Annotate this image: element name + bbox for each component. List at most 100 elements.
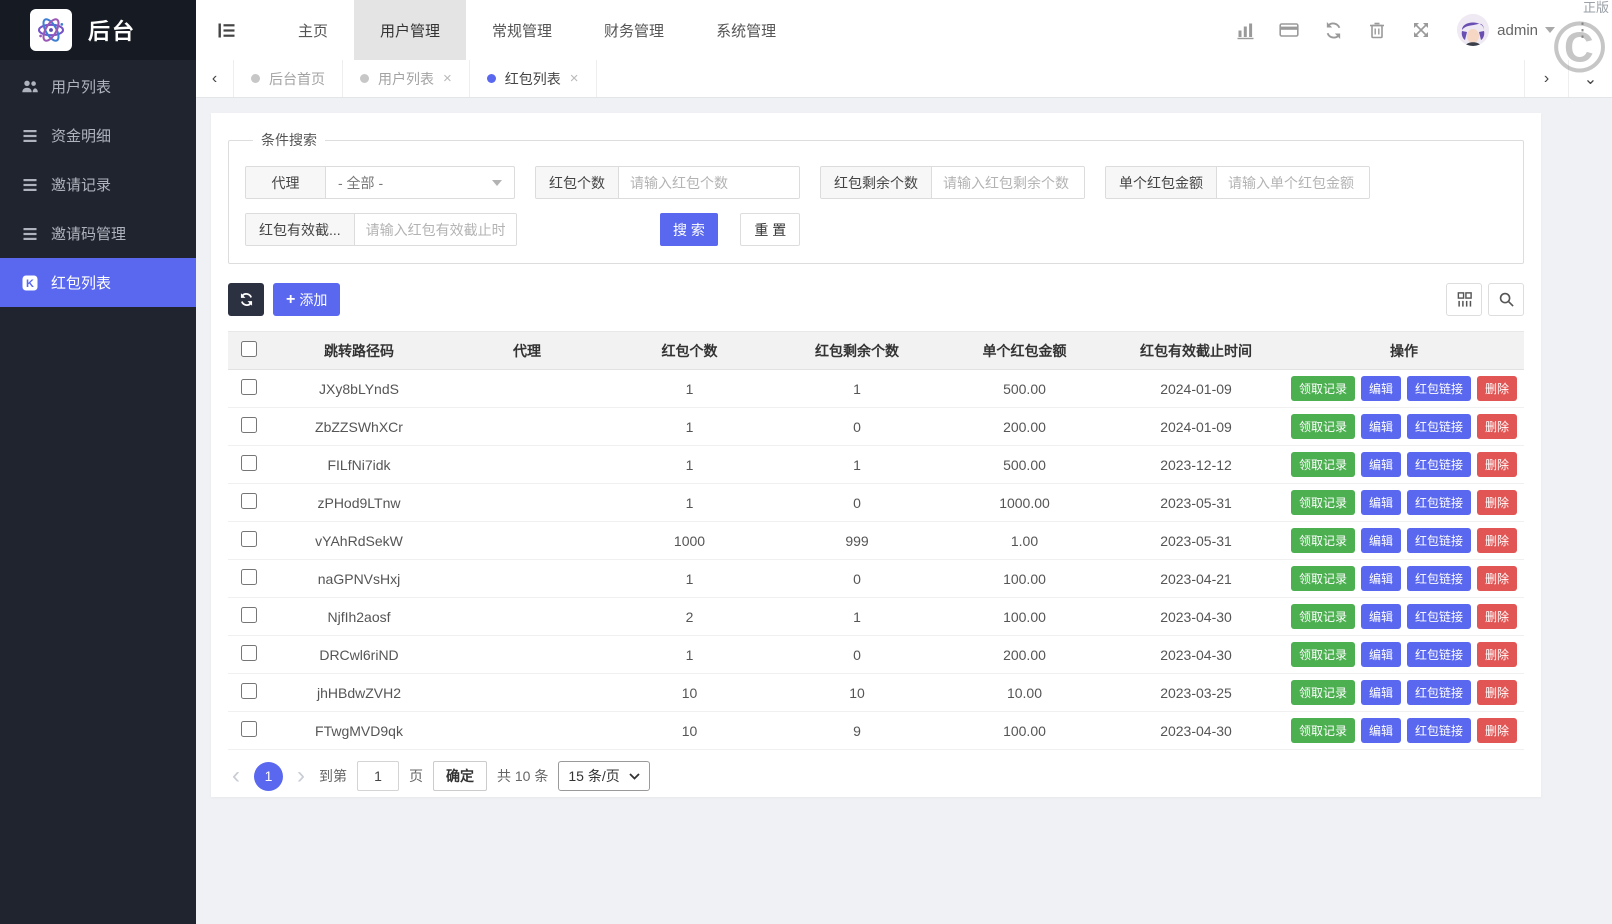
row-checkbox[interactable] — [241, 379, 257, 395]
red-packet-link-button[interactable]: 红包链接 — [1407, 604, 1471, 629]
tabs-scroll-left-icon[interactable]: ‹ — [196, 60, 234, 97]
search-toggle-button[interactable] — [1488, 283, 1524, 316]
claim-records-button[interactable]: 领取记录 — [1291, 452, 1355, 477]
sidebar-item-invite-records[interactable]: 邀请记录 — [0, 160, 196, 209]
cell-agent — [448, 636, 606, 674]
tab-close-icon[interactable]: × — [443, 70, 452, 87]
edit-button[interactable]: 编辑 — [1361, 376, 1401, 401]
delete-button[interactable]: 删除 — [1477, 718, 1517, 743]
tab-red-packet-list[interactable]: 红包列表 × — [470, 60, 597, 97]
edit-button[interactable]: 编辑 — [1361, 490, 1401, 515]
edit-button[interactable]: 编辑 — [1361, 414, 1401, 439]
expire-input[interactable] — [355, 214, 516, 245]
delete-button[interactable]: 删除 — [1477, 566, 1517, 591]
row-checkbox[interactable] — [241, 607, 257, 623]
nav-home[interactable]: 主页 — [272, 0, 354, 60]
row-checkbox[interactable] — [241, 721, 257, 737]
fullscreen-icon[interactable] — [1399, 0, 1443, 60]
tabs-collapse-icon[interactable]: ⌄ — [1568, 60, 1612, 97]
sidebar-item-invite-codes[interactable]: 邀请码管理 — [0, 209, 196, 258]
page-size-select[interactable]: 15 条/页 — [558, 761, 649, 791]
claim-records-button[interactable]: 领取记录 — [1291, 604, 1355, 629]
trash-icon[interactable] — [1355, 0, 1399, 60]
edit-button[interactable]: 编辑 — [1361, 680, 1401, 705]
row-checkbox[interactable] — [241, 645, 257, 661]
toggle-columns-button[interactable] — [1446, 283, 1482, 316]
amount-input[interactable] — [1217, 167, 1369, 198]
row-checkbox[interactable] — [241, 569, 257, 585]
prev-page-icon[interactable]: ‹ — [228, 764, 244, 788]
bar-chart-icon[interactable] — [1223, 0, 1267, 60]
nav-general-management[interactable]: 常规管理 — [466, 0, 578, 60]
red-packet-link-button[interactable]: 红包链接 — [1407, 718, 1471, 743]
tab-close-icon[interactable]: × — [570, 70, 579, 87]
delete-button[interactable]: 删除 — [1477, 642, 1517, 667]
edit-button[interactable]: 编辑 — [1361, 566, 1401, 591]
refresh-icon[interactable] — [1311, 0, 1355, 60]
tab-bar: ‹ 后台首页 用户列表 × 红包列表 × › ⌄ — [196, 60, 1612, 98]
delete-button[interactable]: 删除 — [1477, 680, 1517, 705]
confirm-button[interactable]: 确定 — [433, 761, 487, 791]
tab-user-list[interactable]: 用户列表 × — [343, 60, 470, 97]
nav-user-management[interactable]: 用户管理 — [354, 0, 466, 60]
edit-button[interactable]: 编辑 — [1361, 452, 1401, 477]
sidebar-toggle-icon[interactable] — [196, 0, 256, 60]
count-input[interactable] — [619, 167, 799, 198]
goto-page-input[interactable] — [357, 761, 399, 791]
search-button[interactable]: 搜 索 — [660, 213, 718, 246]
tabs-scroll-right-icon[interactable]: › — [1524, 60, 1568, 97]
cell-remaining: 0 — [773, 408, 941, 446]
row-checkbox[interactable] — [241, 683, 257, 699]
red-packet-link-button[interactable]: 红包链接 — [1407, 376, 1471, 401]
red-packet-link-button[interactable]: 红包链接 — [1407, 490, 1471, 515]
claim-records-button[interactable]: 领取记录 — [1291, 642, 1355, 667]
edit-button[interactable]: 编辑 — [1361, 718, 1401, 743]
refresh-button[interactable] — [228, 283, 264, 316]
delete-button[interactable]: 删除 — [1477, 528, 1517, 553]
row-checkbox[interactable] — [241, 493, 257, 509]
sidebar-item-user-list[interactable]: 用户列表 — [0, 62, 196, 111]
reset-button[interactable]: 重 置 — [740, 213, 800, 246]
red-packet-link-button[interactable]: 红包链接 — [1407, 452, 1471, 477]
delete-button[interactable]: 删除 — [1477, 452, 1517, 477]
credit-card-icon[interactable] — [1267, 0, 1311, 60]
red-packet-link-button[interactable]: 红包链接 — [1407, 680, 1471, 705]
nav-system-management[interactable]: 系统管理 — [690, 0, 802, 60]
claim-records-button[interactable]: 领取记录 — [1291, 528, 1355, 553]
claim-records-button[interactable]: 领取记录 — [1291, 566, 1355, 591]
red-packet-link-button[interactable]: 红包链接 — [1407, 528, 1471, 553]
claim-records-button[interactable]: 领取记录 — [1291, 490, 1355, 515]
kebab-menu-icon[interactable]: ⋮ — [1555, 19, 1598, 42]
claim-records-button[interactable]: 领取记录 — [1291, 718, 1355, 743]
cell-agent — [448, 370, 606, 408]
nav-finance-management[interactable]: 财务管理 — [578, 0, 690, 60]
claim-records-button[interactable]: 领取记录 — [1291, 680, 1355, 705]
delete-button[interactable]: 删除 — [1477, 414, 1517, 439]
page-1-button[interactable]: 1 — [254, 762, 283, 791]
edit-button[interactable]: 编辑 — [1361, 604, 1401, 629]
delete-button[interactable]: 删除 — [1477, 490, 1517, 515]
row-checkbox[interactable] — [241, 531, 257, 547]
agent-select[interactable]: - 全部 - — [326, 167, 514, 198]
row-checkbox[interactable] — [241, 455, 257, 471]
next-page-icon[interactable]: › — [293, 764, 309, 788]
edit-button[interactable]: 编辑 — [1361, 642, 1401, 667]
claim-records-button[interactable]: 领取记录 — [1291, 376, 1355, 401]
avatar[interactable] — [1457, 14, 1489, 46]
edit-button[interactable]: 编辑 — [1361, 528, 1401, 553]
tab-dashboard[interactable]: 后台首页 — [234, 60, 343, 97]
app-logo[interactable]: 后台 — [0, 0, 196, 60]
claim-records-button[interactable]: 领取记录 — [1291, 414, 1355, 439]
user-menu[interactable]: admin — [1497, 22, 1555, 39]
select-all-checkbox[interactable] — [241, 341, 257, 357]
red-packet-link-button[interactable]: 红包链接 — [1407, 566, 1471, 591]
delete-button[interactable]: 删除 — [1477, 376, 1517, 401]
add-button[interactable]: + 添加 — [273, 283, 340, 316]
red-packet-link-button[interactable]: 红包链接 — [1407, 414, 1471, 439]
remaining-input[interactable] — [932, 167, 1084, 198]
sidebar-item-red-packet-list[interactable]: K 红包列表 — [0, 258, 196, 307]
delete-button[interactable]: 删除 — [1477, 604, 1517, 629]
red-packet-link-button[interactable]: 红包链接 — [1407, 642, 1471, 667]
row-checkbox[interactable] — [241, 417, 257, 433]
sidebar-item-funds-detail[interactable]: 资金明细 — [0, 111, 196, 160]
